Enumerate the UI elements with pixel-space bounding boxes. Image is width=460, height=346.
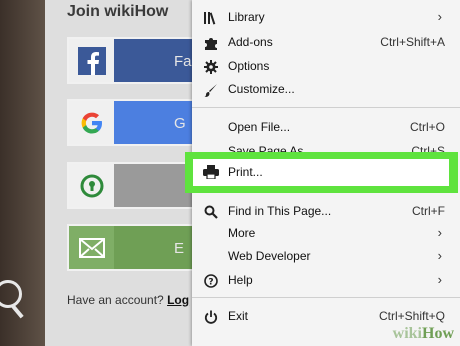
email-label: E	[174, 240, 185, 257]
menu-item-web-developer[interactable]: Web Developer ›	[192, 245, 460, 269]
menu-item-find[interactable]: Find in This Page... Ctrl+F	[192, 200, 460, 224]
lock-icon	[69, 164, 114, 207]
chevron-right-icon: ›	[437, 9, 442, 24]
have-account-text: Have an account? Log	[67, 293, 190, 307]
chevron-right-icon: ›	[437, 248, 442, 263]
gear-icon	[203, 60, 219, 74]
menu-item-help[interactable]: ? Help ›	[192, 269, 460, 293]
google-label: G	[174, 115, 186, 132]
printer-icon	[203, 165, 219, 184]
menu-item-label: Customize...	[228, 82, 295, 96]
watermark-prefix: wiki	[392, 325, 422, 342]
menu-item-label: Print...	[228, 165, 263, 179]
menu-item-label: Exit	[228, 309, 249, 323]
menu-item-label: Add-ons	[228, 35, 273, 49]
google-icon	[69, 101, 114, 144]
menu-item-customize[interactable]: Customize...	[192, 78, 460, 102]
facebook-label: Fa	[174, 53, 192, 70]
facebook-icon	[69, 39, 114, 82]
signup-heading: Join wikiHow	[67, 3, 169, 20]
menu-item-label: Help	[228, 273, 253, 287]
menu-item-options[interactable]: Options	[192, 55, 460, 79]
chevron-right-icon: ›	[437, 272, 442, 287]
svg-text:?: ?	[208, 278, 213, 288]
envelope-icon	[69, 226, 114, 269]
menu-item-print[interactable]: Print...	[193, 159, 449, 186]
menu-item-label: Open File...	[228, 120, 291, 134]
search-icon	[203, 205, 219, 219]
menu-item-label: More	[228, 226, 256, 240]
menu-item-more[interactable]: More ›	[192, 222, 460, 246]
menu-item-label: Library	[228, 10, 265, 24]
library-icon	[203, 11, 219, 25]
menu-item-shortcut: Ctrl+F	[412, 204, 445, 218]
power-icon	[203, 310, 219, 324]
menu-item-add-ons[interactable]: Add-ons Ctrl+Shift+A	[192, 31, 460, 55]
paintbrush-icon	[203, 83, 219, 97]
menu-separator	[192, 107, 460, 108]
menu-item-label: Web Developer	[228, 249, 311, 263]
menu-item-shortcut: Ctrl+Shift+A	[380, 35, 445, 49]
help-icon: ?	[203, 274, 219, 288]
menu-item-library[interactable]: Library ›	[192, 6, 460, 30]
login-link[interactable]: Log	[167, 293, 189, 307]
menu-item-shortcut: Ctrl+O	[409, 120, 445, 134]
puzzle-icon	[203, 36, 219, 50]
browser-main-menu-lower: Find in This Page... Ctrl+F More › Web D…	[192, 196, 460, 346]
wikihow-watermark: wikiHow	[393, 325, 454, 343]
menu-item-open-file[interactable]: Open File... Ctrl+O	[192, 116, 460, 140]
menu-item-label: Options	[228, 59, 270, 73]
menu-item-label: Find in This Page...	[228, 204, 332, 218]
menu-separator	[192, 297, 460, 298]
chevron-right-icon: ›	[437, 225, 442, 240]
menu-item-shortcut: Ctrl+Shift+Q	[378, 309, 445, 323]
watermark-suffix: How	[422, 325, 454, 342]
